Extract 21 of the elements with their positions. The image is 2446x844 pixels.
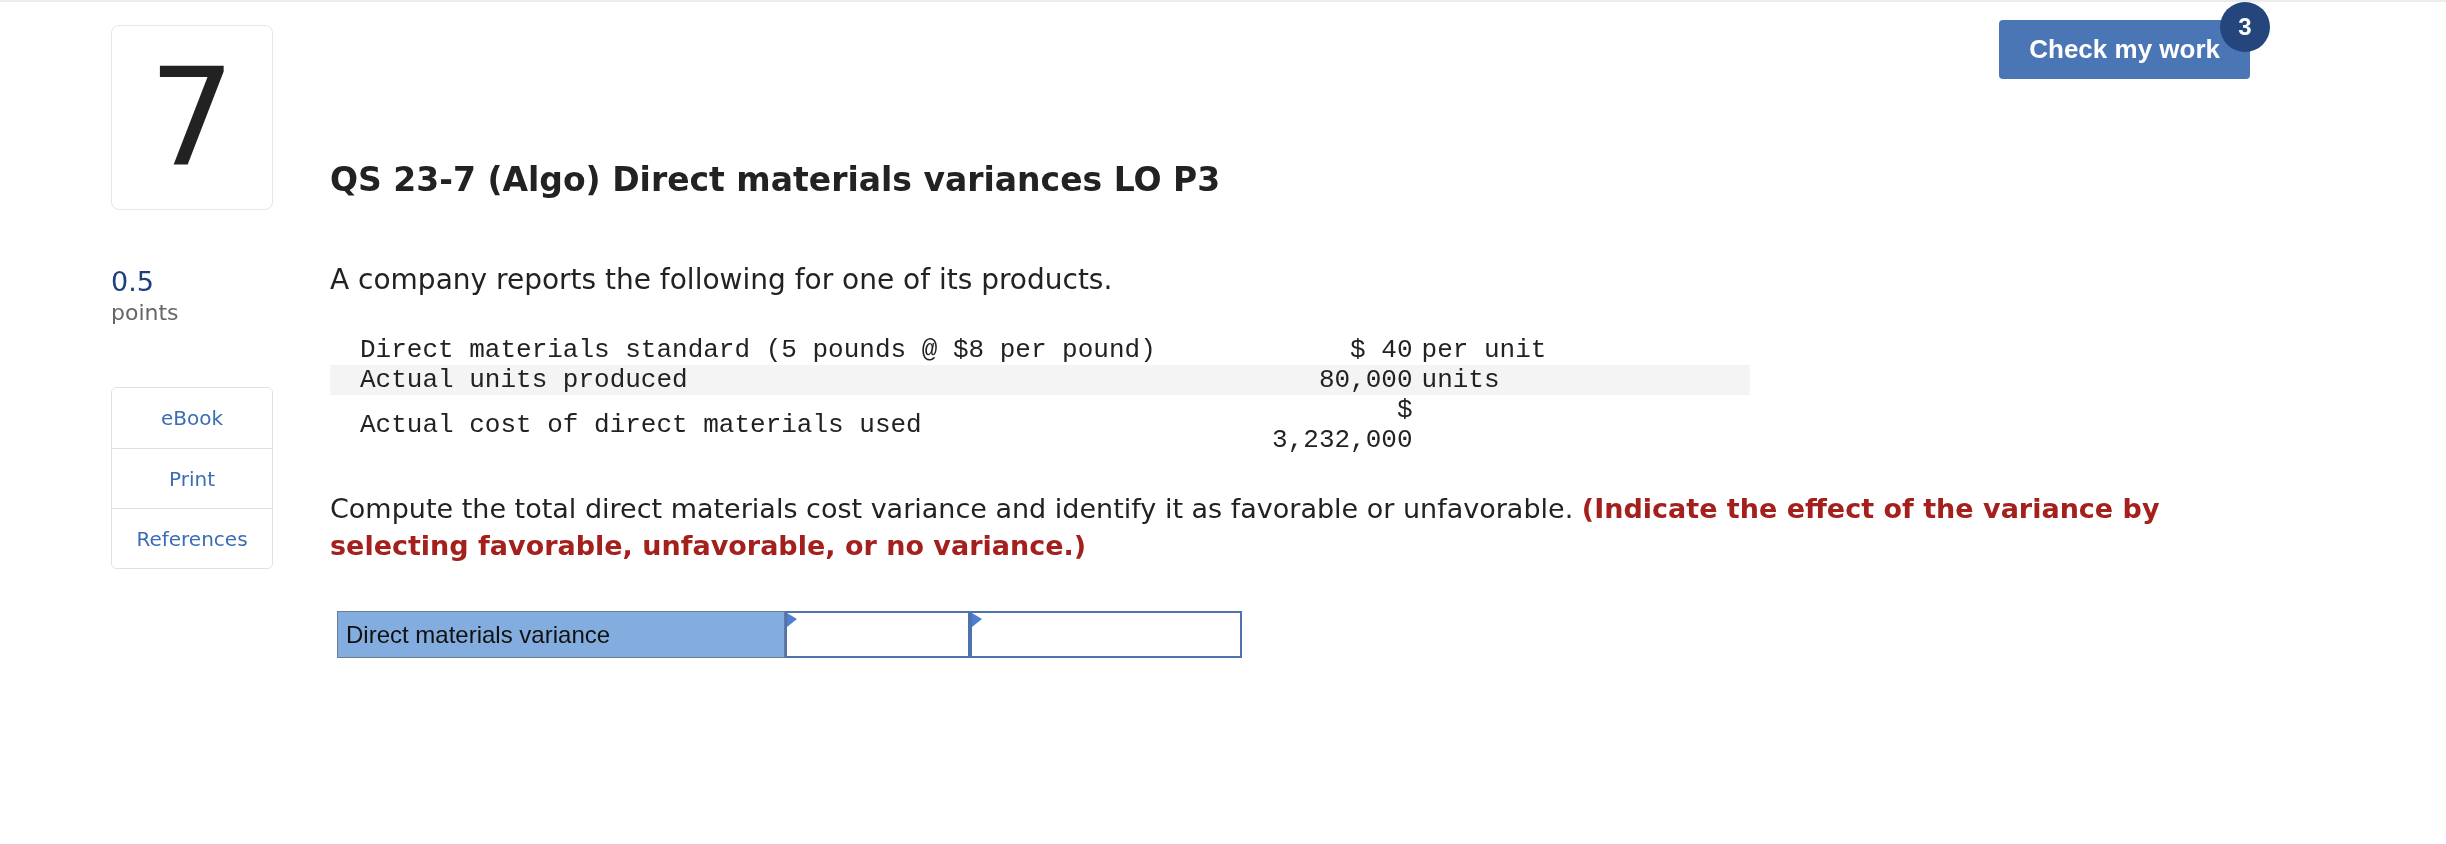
table-cell: Actual units produced bbox=[360, 365, 688, 395]
question-title: QS 23-7 (Algo) Direct materials variances LO P3 bbox=[330, 160, 1221, 200]
input-field[interactable] bbox=[970, 611, 1242, 658]
points-label: points bbox=[111, 299, 180, 327]
triangle-icon bbox=[972, 613, 982, 627]
row-label-cell: Direct materials variance bbox=[337, 611, 785, 658]
table-cell: Actual cost of direct materials used bbox=[360, 410, 922, 440]
question-number: 7 bbox=[148, 49, 236, 186]
input-field[interactable] bbox=[785, 611, 970, 658]
instruction-text: Compute the total direct materials cost variance and identify it as favorable or unfavorable. (Indicate the effect of the variance by selecting favorable, unfavorable, or no variance.) bbox=[330, 492, 2161, 563]
resource-link[interactable]: References bbox=[112, 508, 272, 568]
table-cell: Direct materials standard (5 pounds @ $8 per pound) bbox=[360, 335, 1156, 365]
table-cell: $ 40 bbox=[1350, 335, 1413, 365]
question-text: A company reports the following for one of its products. bbox=[330, 263, 1113, 297]
table-cell: units bbox=[1421, 365, 1500, 395]
triangle-icon bbox=[787, 613, 797, 627]
table-cell: per unit bbox=[1421, 335, 1547, 365]
table-cell: 80,000 bbox=[1318, 365, 1413, 395]
table-cell-text: $ 3,232,000 bbox=[1271, 395, 1413, 455]
points-value: 0.5 bbox=[111, 265, 155, 299]
attempts-badge: 3 bbox=[2220, 2, 2270, 52]
